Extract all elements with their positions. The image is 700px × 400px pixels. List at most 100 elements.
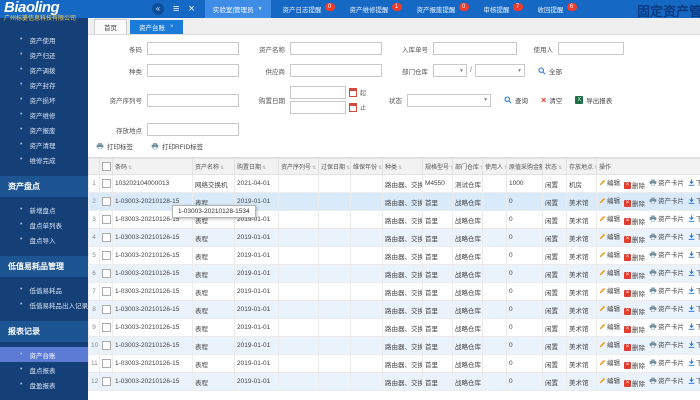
edit-button[interactable]: 编辑 — [599, 339, 620, 349]
sidebar-item[interactable]: • 新增盘点 — [0, 202, 88, 217]
calendar-icon[interactable] — [349, 88, 357, 97]
delete-button[interactable]: × 删除 — [624, 378, 645, 388]
edit-button[interactable]: 编辑 — [599, 285, 620, 295]
edit-button[interactable]: 编辑 — [599, 375, 620, 385]
asset-name-input[interactable] — [290, 42, 382, 55]
barcode-input[interactable] — [147, 42, 239, 55]
delete-button[interactable]: × 删除 — [624, 306, 645, 316]
sort-icon[interactable]: ⇅ — [398, 165, 402, 171]
row-checkbox[interactable] — [102, 377, 111, 386]
asset-card-button[interactable]: 资产卡片 — [649, 357, 684, 367]
row-checkbox[interactable] — [102, 359, 111, 368]
close-tab-icon[interactable]: × — [170, 24, 174, 30]
row-checkbox[interactable] — [102, 215, 111, 224]
edit-button[interactable]: 编辑 — [599, 321, 620, 331]
edit-button[interactable]: 编辑 — [599, 357, 620, 367]
topbar-tab-0[interactable]: 资产日志提醒 0 — [283, 3, 335, 14]
warehouse-select[interactable]: ▼ — [474, 64, 525, 77]
topbar-tab-4[interactable]: 收回提醒 6 — [538, 3, 577, 14]
row-checkbox[interactable] — [102, 305, 111, 314]
row-checkbox[interactable] — [102, 269, 111, 278]
all-button[interactable]: 全部 — [538, 66, 562, 76]
sort-icon[interactable]: ⇅ — [312, 165, 316, 171]
asset-card-button[interactable]: 资产卡片 — [649, 177, 684, 187]
table-header-cell[interactable]: 购置日期⇅ — [234, 158, 279, 175]
table-header-cell[interactable]: 原值采购金额⇅ — [506, 158, 543, 175]
sidebar-item[interactable]: • 资产报废 — [0, 122, 88, 137]
sort-icon[interactable]: ⇅ — [378, 165, 381, 171]
sidebar-item[interactable]: • 资产封存 — [0, 77, 88, 92]
sort-icon[interactable]: ⇅ — [262, 165, 266, 171]
row-checkbox[interactable] — [102, 251, 111, 260]
calendar-icon[interactable] — [349, 103, 357, 112]
table-header-cell[interactable]: 过保日期⇅ — [318, 158, 351, 175]
asset-card-button[interactable]: 资产卡片 — [649, 303, 684, 313]
download-button[interactable]: 下载 — [688, 249, 700, 259]
edit-button[interactable]: 编辑 — [599, 231, 620, 241]
delete-button[interactable]: × 删除 — [624, 252, 645, 262]
download-button[interactable]: 下载 — [688, 213, 700, 223]
purchase-date-to-input[interactable] — [290, 101, 346, 114]
sidebar-item[interactable]: • 资产归还 — [0, 47, 88, 62]
supplier-input[interactable] — [290, 64, 382, 77]
download-button[interactable]: 下载 — [688, 267, 700, 277]
row-checkbox[interactable] — [102, 287, 111, 296]
sidebar-item[interactable]: • 资产损坏 — [0, 92, 88, 107]
category-input[interactable] — [147, 64, 239, 77]
asset-card-button[interactable]: 资产卡片 — [649, 231, 684, 241]
table-header-cell[interactable]: 存放地点⇅ — [566, 158, 597, 175]
sort-icon[interactable]: ⇅ — [346, 165, 349, 171]
serial-input[interactable] — [147, 93, 239, 107]
table-header-cell[interactable]: 维保年份⇅ — [350, 158, 383, 175]
row-checkbox[interactable] — [102, 179, 111, 188]
edit-button[interactable]: 编辑 — [599, 249, 620, 259]
print-label-button[interactable]: 打印标签 — [96, 141, 133, 151]
row-checkbox[interactable] — [102, 341, 111, 350]
user-input[interactable] — [558, 42, 624, 55]
delete-button[interactable]: × 删除 — [624, 216, 645, 226]
sidebar-item[interactable]: • 盘点导入 — [0, 232, 88, 247]
sidebar-item[interactable]: • 盘盈报表 — [0, 377, 88, 392]
table-header-cell[interactable]: 资产名称⇅ — [192, 158, 235, 175]
select-all-checkbox[interactable] — [102, 162, 111, 171]
asset-card-button[interactable]: 资产卡片 — [649, 249, 684, 259]
location-input[interactable] — [147, 123, 239, 136]
row-checkbox[interactable] — [102, 197, 111, 206]
delete-button[interactable]: × 删除 — [624, 324, 645, 334]
close-icon[interactable]: × — [188, 0, 194, 18]
sidebar-item[interactable]: • 盘点报表 — [0, 362, 88, 377]
delete-button[interactable]: × 删除 — [624, 198, 645, 208]
table-header-cell[interactable]: 规格型号⇅ — [422, 158, 453, 175]
edit-button[interactable]: 编辑 — [599, 303, 620, 313]
status-select[interactable]: ▼ — [407, 93, 492, 107]
delete-button[interactable]: × 删除 — [624, 270, 645, 280]
asset-card-button[interactable]: 资产卡片 — [649, 339, 684, 349]
edit-button[interactable]: 编辑 — [599, 177, 620, 187]
export-button[interactable]: X 导出报表 — [575, 95, 612, 105]
download-button[interactable]: 下载 — [688, 321, 700, 331]
hamburger-icon[interactable]: ≡ — [173, 0, 179, 18]
sidebar-item[interactable]: • 盘点单列表 — [0, 217, 88, 232]
purchase-date-from-input[interactable] — [290, 86, 346, 99]
topbar-tab-2[interactable]: 资产报废提醒 0 — [417, 3, 469, 14]
download-button[interactable]: 下载 — [688, 285, 700, 295]
table-header-cell[interactable]: 条码⇅ — [112, 158, 193, 175]
download-button[interactable]: 下载 — [688, 195, 700, 205]
table-header-cell[interactable]: 种类⇅ — [382, 158, 423, 175]
sidebar-item[interactable]: • 低值易耗品出入记录 — [0, 297, 88, 312]
tab-asset-ledger[interactable]: 资产台账 × — [130, 20, 183, 34]
sidebar-item[interactable]: • 资产维修 — [0, 107, 88, 122]
delete-button[interactable]: × 删除 — [624, 180, 645, 190]
print-rfid-button[interactable]: 打印RFID标签 — [151, 141, 203, 151]
sidebar-item[interactable]: • 维修完成 — [0, 152, 88, 167]
table-header-cell[interactable]: 使用人⇅ — [482, 158, 507, 175]
download-button[interactable]: 下载 — [688, 357, 700, 367]
asset-card-button[interactable]: 资产卡片 — [649, 195, 684, 205]
sidebar-item[interactable]: • 资产台账 — [0, 347, 88, 362]
delete-button[interactable]: × 删除 — [624, 234, 645, 244]
query-button[interactable]: 查询 — [504, 95, 528, 105]
table-header-cell[interactable]: 操作 — [596, 158, 700, 175]
topbar-tab-3[interactable]: 审核提醒 7 — [484, 3, 523, 14]
delete-button[interactable]: × 删除 — [624, 288, 645, 298]
clear-button[interactable]: × 清空 — [541, 95, 562, 106]
